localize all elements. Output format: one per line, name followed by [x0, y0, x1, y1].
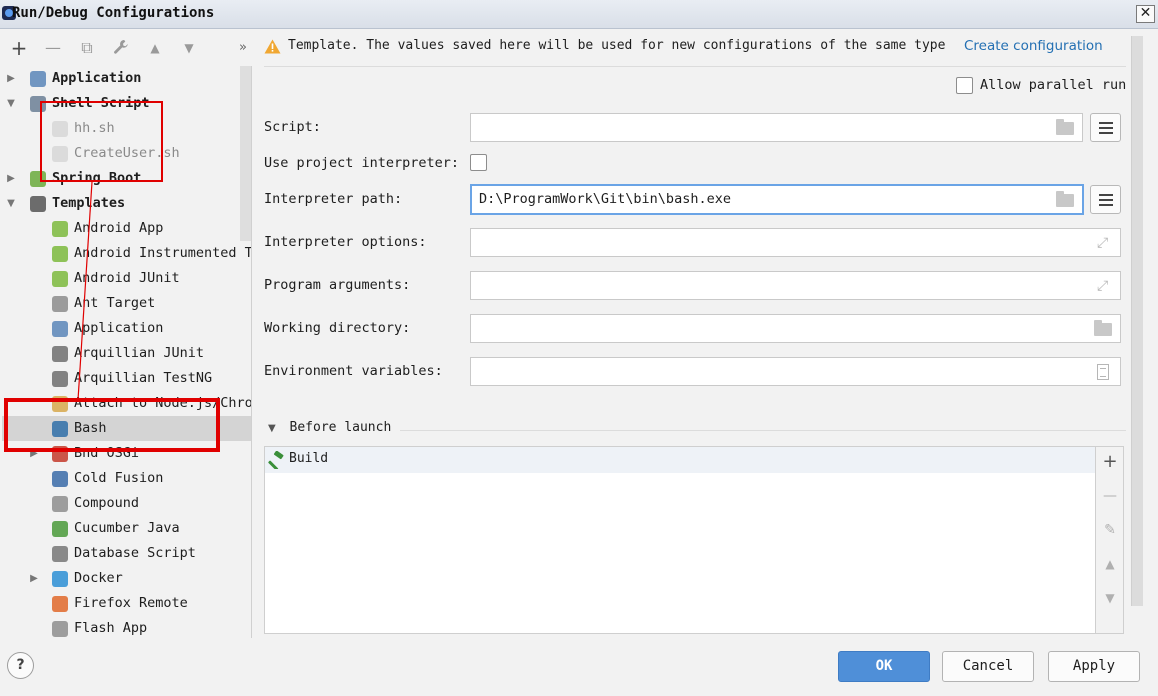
- before-launch-list: Build: [264, 446, 1096, 634]
- tree-item-label: Database Script: [74, 545, 196, 561]
- edit-variables-icon[interactable]: [1097, 364, 1109, 380]
- use-interpreter-checkbox[interactable]: [470, 154, 487, 171]
- expand-arrow-icon[interactable]: ▶: [28, 566, 40, 591]
- tree-item[interactable]: Database Script: [2, 541, 238, 566]
- build-label: Build: [289, 451, 329, 466]
- allow-parallel-checkbox[interactable]: [956, 77, 973, 94]
- interpreter-options-label: Interpreter options:: [264, 234, 427, 250]
- panel-scrollbar[interactable]: [1131, 36, 1143, 606]
- remove-icon[interactable]: —: [1101, 487, 1119, 505]
- interpreter-path-value: D:\ProgramWork\Git\bin\bash.exe: [479, 191, 731, 207]
- script-menu-button[interactable]: [1090, 113, 1121, 142]
- tree-item-label: Compound: [74, 495, 140, 511]
- database-icon: [52, 546, 68, 562]
- tree-item-label: Docker: [74, 570, 123, 586]
- before-launch-separator: [400, 430, 1126, 431]
- move-down-icon[interactable]: ▼: [1101, 589, 1119, 607]
- compound-icon: [52, 496, 68, 512]
- hammer-icon: [268, 451, 284, 469]
- interpreter-path-label: Interpreter path:: [264, 191, 403, 207]
- allow-parallel-label: Allow parallel run: [980, 77, 1127, 93]
- script-input[interactable]: [470, 113, 1083, 142]
- browse-folder-icon[interactable]: [1056, 191, 1074, 207]
- environment-variables-input[interactable]: [470, 357, 1121, 386]
- interpreter-menu-button[interactable]: [1090, 185, 1121, 214]
- header-separator: [264, 66, 1126, 67]
- working-directory-label: Working directory:: [264, 320, 411, 336]
- tree-item[interactable]: ▶ Docker: [2, 566, 238, 591]
- cucumber-icon: [52, 521, 68, 537]
- move-up-icon[interactable]: ▲: [1101, 555, 1119, 573]
- browse-folder-icon[interactable]: [1056, 119, 1074, 135]
- before-launch-title: Before launch: [289, 420, 392, 435]
- working-directory-input[interactable]: [470, 314, 1121, 343]
- list-item[interactable]: Build: [265, 447, 1095, 473]
- tree-item-label: Flash App: [74, 620, 148, 636]
- docker-icon: [52, 571, 68, 587]
- collapse-icon: ▼: [268, 423, 276, 434]
- expand-icon[interactable]: ⤢: [1097, 279, 1111, 293]
- create-configuration-link[interactable]: Create configuration: [964, 38, 1103, 54]
- tree-item[interactable]: Cold Fusion: [2, 466, 238, 491]
- edit-icon[interactable]: ✎: [1101, 521, 1119, 539]
- tree-item-label: Cucumber Java: [74, 520, 180, 536]
- warning-icon: [264, 39, 281, 54]
- tree-item[interactable]: Firefox Remote: [2, 591, 238, 616]
- tree-item[interactable]: Cucumber Java: [2, 516, 238, 541]
- expand-icon[interactable]: ⤢: [1097, 236, 1111, 250]
- add-icon[interactable]: +: [1101, 453, 1119, 471]
- interpreter-path-input[interactable]: D:\ProgramWork\Git\bin\bash.exe: [470, 184, 1084, 215]
- tree-item-label: Cold Fusion: [74, 470, 164, 486]
- browse-folder-icon[interactable]: [1094, 320, 1112, 336]
- tree-item[interactable]: Flash App: [2, 616, 238, 638]
- help-button[interactable]: ?: [7, 652, 34, 679]
- before-launch-tools: + — ✎ ▲ ▼: [1096, 446, 1124, 634]
- coldfusion-icon: [52, 471, 68, 487]
- script-label: Script:: [264, 119, 321, 135]
- interpreter-options-input[interactable]: ⤢: [470, 228, 1121, 257]
- program-arguments-input[interactable]: ⤢: [470, 271, 1121, 300]
- environment-variables-label: Environment variables:: [264, 363, 443, 379]
- tree-item-label: Firefox Remote: [74, 595, 188, 611]
- tree-item[interactable]: Compound: [2, 491, 238, 516]
- program-arguments-label: Program arguments:: [264, 277, 411, 293]
- apply-button[interactable]: Apply: [1048, 651, 1140, 682]
- use-interpreter-label: Use project interpreter:: [264, 155, 460, 171]
- before-launch-header[interactable]: ▼ Before launch: [268, 420, 391, 435]
- firefox-icon: [52, 596, 68, 612]
- configuration-panel: Template. The values saved here will be …: [254, 30, 1158, 640]
- cancel-button[interactable]: Cancel: [942, 651, 1034, 682]
- template-warning-text: Template. The values saved here will be …: [288, 38, 946, 53]
- ok-button[interactable]: OK: [838, 651, 930, 682]
- flash-icon: [52, 621, 68, 637]
- close-button[interactable]: ✕: [1136, 5, 1155, 23]
